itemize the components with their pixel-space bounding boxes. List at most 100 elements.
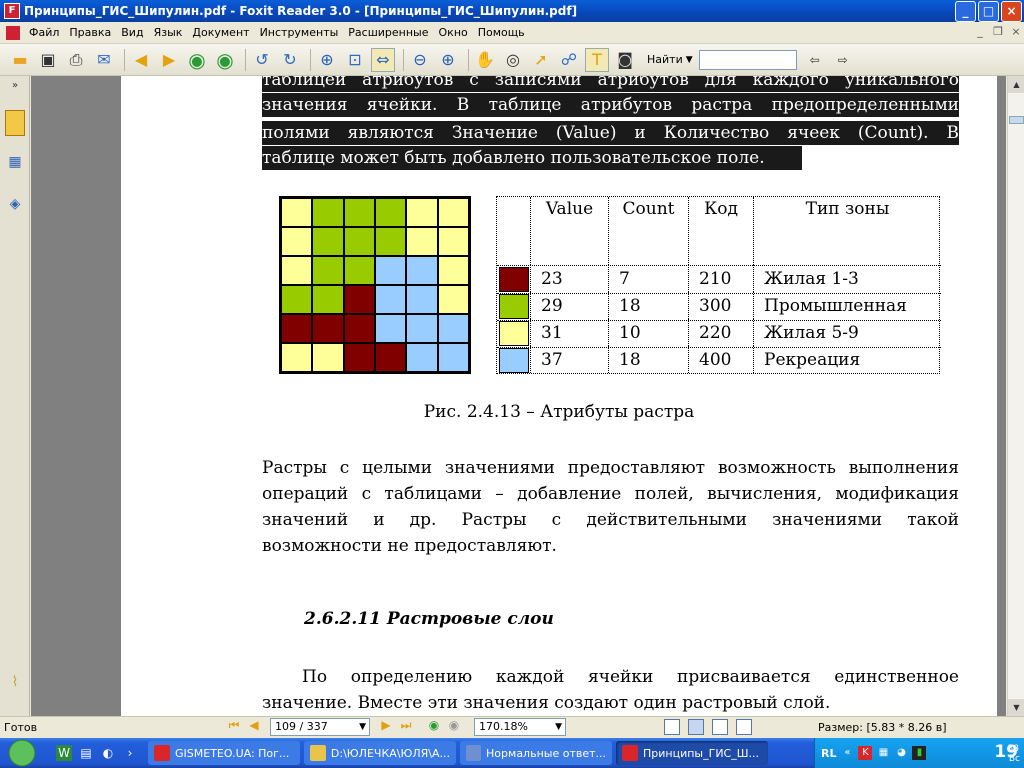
taskbar-button[interactable]: Нормальные ответ... (460, 741, 612, 765)
go-back-icon[interactable]: ◉ (424, 718, 444, 736)
taskbar-button[interactable]: GISMETEO.UA: Пог... (148, 741, 300, 765)
find-next-icon[interactable]: ⇨ (831, 48, 855, 72)
highlighted-text-line[interactable]: таблице может быть добавлено пользовател… (262, 146, 802, 170)
zoom-dropdown-icon[interactable]: ▼ (555, 719, 562, 735)
table-row: 31 10 220 Жилая 5-9 (497, 319, 941, 346)
table-cell-value: 31 (531, 319, 609, 346)
menu-file[interactable]: Файл (24, 26, 64, 39)
highlighted-text-line[interactable]: полями являются Значение (Value) и Колич… (262, 121, 959, 145)
loupe-icon[interactable]: ◎ (501, 48, 525, 72)
rotate-right-icon[interactable]: ↻ (278, 48, 302, 72)
zoom-icon[interactable]: ⊕ (315, 48, 339, 72)
start-button[interactable] (0, 738, 46, 768)
doc-restore-icon[interactable]: ❐ (990, 24, 1006, 40)
menu-window[interactable]: Окно (434, 26, 473, 39)
minimize-button[interactable]: _ (955, 1, 976, 22)
find-label[interactable]: Найти (647, 53, 683, 66)
hand-tool-icon[interactable]: ✋ (473, 48, 497, 72)
doc-close-icon[interactable]: × (1008, 24, 1024, 40)
menu-language[interactable]: Язык (149, 26, 188, 39)
last-page-icon[interactable]: ⏭ (396, 718, 416, 736)
highlighted-text-line[interactable]: значения ячейки. В таблице атрибутов рас… (262, 93, 959, 117)
scroll-up-icon[interactable]: ▲ (1008, 76, 1024, 93)
forward-icon[interactable]: ◉ (213, 48, 237, 72)
menu-view[interactable]: Вид (116, 26, 148, 39)
zoom-out-icon[interactable]: ⊖ (408, 48, 432, 72)
back-icon[interactable]: ◉ (185, 48, 209, 72)
network-icon[interactable]: ▦ (876, 746, 890, 760)
table-cell-value: 37 (531, 346, 609, 373)
menu-advanced[interactable]: Расширенные (343, 26, 433, 39)
snapshot-icon[interactable]: ◙ (613, 48, 637, 72)
attachments-icon[interactable]: ⌇ (5, 674, 25, 696)
fit-width-icon[interactable]: ⇔ (371, 47, 395, 72)
first-page-icon[interactable]: ⏮ (224, 718, 244, 736)
close-button[interactable]: × (1001, 1, 1022, 22)
paragraph-line: значений и др. Растры с действительными … (262, 510, 959, 530)
save-icon[interactable]: ▣ (36, 48, 60, 72)
layers-icon[interactable]: ◈ (5, 196, 25, 218)
document-icon[interactable] (6, 25, 20, 40)
battery-icon[interactable]: ▮ (912, 746, 927, 760)
bookmarks-icon[interactable] (5, 110, 25, 136)
table-cell-code: 300 (689, 292, 754, 319)
volume-icon[interactable]: ◕ (894, 746, 908, 760)
doc-minimize-icon[interactable]: _ (972, 24, 988, 40)
facing-pages-icon[interactable] (712, 719, 728, 735)
next-page-status-icon[interactable]: ▶ (376, 718, 396, 736)
raster-cell (375, 343, 407, 372)
tray-expand-icon[interactable]: « (840, 746, 854, 760)
highlighted-text-line[interactable]: таблицей атрибутов с записями атрибутов … (262, 76, 959, 92)
document-viewport[interactable]: таблицей атрибутов с записями атрибутов … (31, 76, 1006, 716)
fit-page-icon[interactable]: ⊡ (343, 48, 367, 72)
menu-document[interactable]: Документ (187, 26, 254, 39)
menu-tools[interactable]: Инструменты (255, 26, 344, 39)
browser-icon[interactable]: ◐ (100, 745, 116, 761)
foxit-app-icon[interactable]: F (4, 3, 20, 19)
maximize-button[interactable]: □ (978, 1, 999, 22)
raster-cell (406, 343, 438, 372)
zoom-input[interactable]: 170.18% ▼ (474, 718, 566, 736)
table-row: 29 18 300 Промышленная (497, 292, 941, 319)
expand-panel-icon[interactable]: » (5, 80, 25, 102)
continuous-facing-icon[interactable] (736, 719, 752, 735)
open-folder-icon[interactable]: ▬ (8, 48, 32, 72)
explorer-icon[interactable]: ▤ (78, 745, 94, 761)
table-header-zone: Тип зоны (805, 199, 890, 219)
scroll-thumb[interactable] (1009, 116, 1024, 124)
previous-page-icon[interactable]: ◀ (129, 48, 153, 72)
zoom-in-icon[interactable]: ⊕ (436, 48, 460, 72)
find-dropdown-icon[interactable]: ▼ (686, 55, 693, 65)
select-arrow-icon[interactable]: ➚ (529, 48, 553, 72)
toolbar: ▬ ▣ ⎙ ✉ ◀ ▶ ◉ ◉ ↺ ↻ ⊕ ⊡ ⇔ ⊖ ⊕ ✋ ◎ ➚ ☍ T … (0, 44, 1024, 76)
menu-edit[interactable]: Правка (64, 26, 116, 39)
menu-help[interactable]: Помощь (473, 26, 530, 39)
clock[interactable]: 19 38 Вс (994, 742, 1020, 764)
binoculars-icon[interactable]: ☍ (557, 48, 581, 72)
continuous-page-icon[interactable] (688, 719, 704, 735)
pages-icon[interactable]: ▦ (5, 154, 25, 176)
find-previous-icon[interactable]: ⇦ (803, 48, 827, 72)
single-page-icon[interactable] (664, 719, 680, 735)
next-page-icon[interactable]: ▶ (157, 48, 181, 72)
show-desktop-icon[interactable]: W (56, 745, 72, 761)
language-indicator[interactable]: RL (821, 747, 836, 760)
toolbar-separator (468, 48, 469, 71)
page-number-input[interactable]: 109 / 337 ▼ (270, 718, 370, 736)
raster-cell (281, 227, 313, 256)
text-select-icon[interactable]: T (585, 47, 609, 72)
quick-launch-more-icon[interactable]: › (122, 745, 138, 761)
prev-page-icon[interactable]: ◀ (244, 718, 264, 736)
scroll-down-icon[interactable]: ▼ (1008, 699, 1024, 716)
print-icon[interactable]: ⎙ (64, 48, 88, 72)
go-forward-icon[interactable]: ◉ (444, 718, 464, 736)
vertical-scrollbar[interactable]: ▲ ▼ (1007, 76, 1024, 716)
taskbar-button[interactable]: D:\ЮЛЕЧКА\ЮЛЯ\А... (304, 741, 456, 765)
taskbar-app-icon (310, 745, 326, 761)
taskbar-button[interactable]: Принципы_ГИС_Ш... (616, 741, 768, 765)
rotate-left-icon[interactable]: ↺ (250, 48, 274, 72)
page-dropdown-icon[interactable]: ▼ (359, 719, 366, 735)
find-input[interactable] (698, 49, 797, 70)
email-icon[interactable]: ✉ (92, 48, 116, 72)
antivirus-icon[interactable]: K (858, 746, 873, 760)
